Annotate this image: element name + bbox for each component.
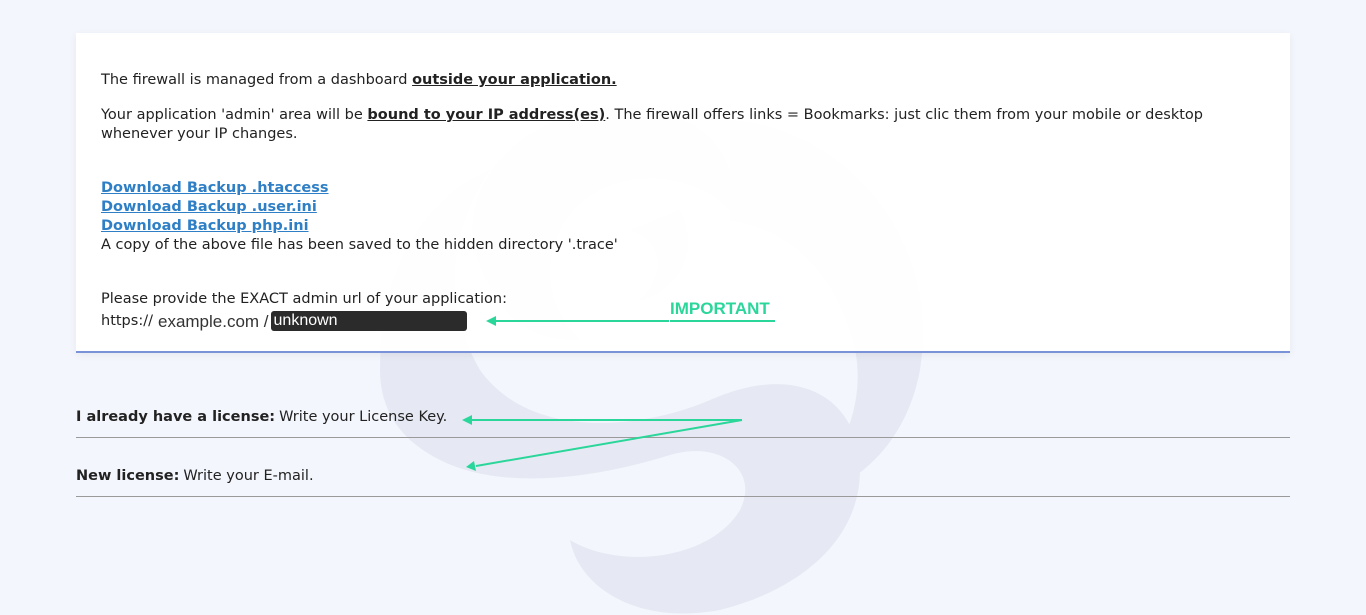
existing-license-hint: Write your License Key.	[279, 409, 448, 425]
dashboard-info-text: The firewall is managed from a dashboard…	[101, 72, 617, 88]
ip-binding-emphasis: bound to your IP address(es)	[367, 107, 606, 123]
admin-url-input[interactable]	[270, 311, 467, 331]
admin-url-section: Please provide the EXACT admin url of yo…	[101, 290, 507, 332]
license-key-row: I already have a license: Write your Lic…	[76, 408, 1290, 438]
admin-url-prompt: Please provide the EXACT admin url of yo…	[101, 291, 507, 307]
new-license-label: New license:	[76, 468, 180, 484]
download-php-ini-link[interactable]: Download Backup php.ini	[101, 217, 618, 236]
backup-downloads: Download Backup .htaccess Download Backu…	[101, 179, 618, 255]
existing-license-label: I already have a license:	[76, 409, 276, 425]
license-key-input[interactable]	[447, 408, 1290, 430]
admin-url-row: https:// example.com /	[101, 310, 507, 332]
backup-copy-note: A copy of the above file has been saved …	[101, 237, 618, 253]
new-license-row: New license: Write your E-mail.	[76, 467, 1290, 497]
page: The firewall is managed from a dashboard…	[0, 0, 1366, 615]
important-annotation: IMPORTANT	[670, 299, 770, 318]
email-input[interactable]	[313, 467, 1290, 489]
url-host: example.com /	[157, 311, 269, 331]
ip-binding-info-text: Your application 'admin' area will be bo…	[101, 107, 1204, 142]
download-htaccess-link[interactable]: Download Backup .htaccess	[101, 179, 618, 198]
download-user-ini-link[interactable]: Download Backup .user.ini	[101, 198, 618, 217]
outside-application-emphasis: outside your application.	[412, 72, 617, 88]
url-scheme: https://	[101, 312, 153, 329]
new-license-hint: Write your E-mail.	[183, 468, 314, 484]
